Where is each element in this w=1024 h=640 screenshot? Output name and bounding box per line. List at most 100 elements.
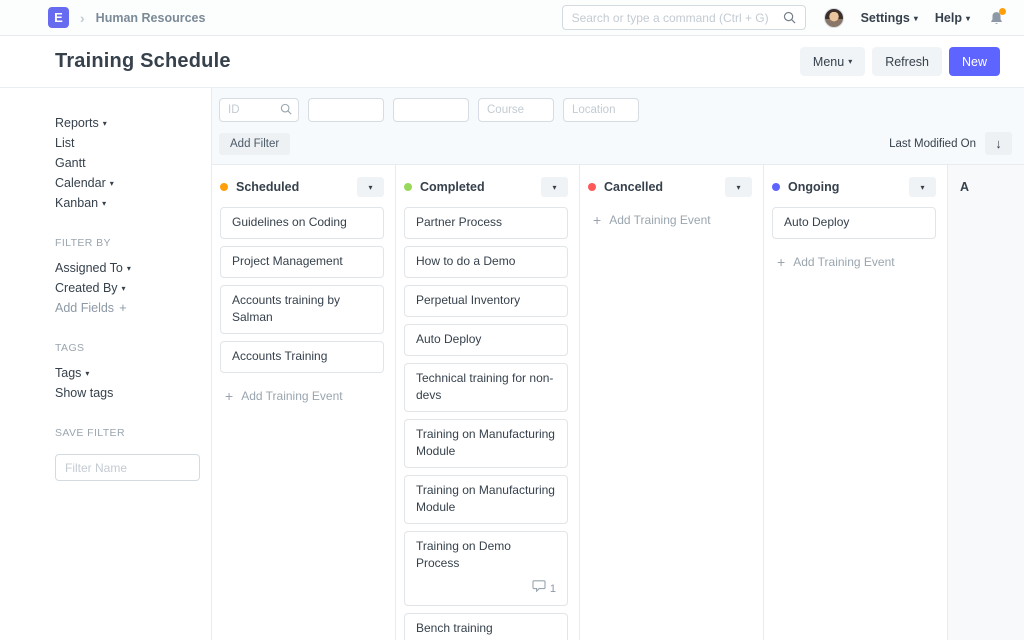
kanban-column-a: A <box>948 165 1024 640</box>
column-menu-button[interactable]: ▾ <box>725 177 752 197</box>
tags-label: Tags <box>55 366 81 380</box>
settings-menu[interactable]: Settings ▾ <box>861 11 918 25</box>
add-training-event-link[interactable]: +Add Training Event <box>772 254 936 270</box>
filter-input-location[interactable] <box>563 98 639 122</box>
kanban-card[interactable]: Training on Demo Process1 <box>404 531 568 606</box>
save-filter-section-label: SAVE FILTER <box>55 427 201 439</box>
kanban-card[interactable]: Bench training <box>404 613 568 640</box>
help-label: Help <box>935 11 962 25</box>
filter-input-blank-1[interactable] <box>308 98 384 122</box>
refresh-button-label: Refresh <box>885 55 929 69</box>
column-title: Scheduled <box>236 180 299 194</box>
card-title: Training on Manufacturing Module <box>416 426 556 460</box>
card-title: Guidelines on Coding <box>232 214 372 231</box>
add-fields-label: Add Fields <box>55 301 114 315</box>
kanban-column-scheduled: Scheduled ▾ Guidelines on Coding Project Ma… <box>212 165 396 640</box>
sidebar-item-label: List <box>55 136 74 150</box>
sidebar-item-label: Calendar <box>55 176 106 190</box>
comment-icon <box>532 580 546 598</box>
filter-input-course[interactable] <box>478 98 554 122</box>
kanban-card[interactable]: Partner Process <box>404 207 568 239</box>
sidebar-item-calendar[interactable]: Calendar▾ <box>55 173 201 193</box>
kanban-board: Scheduled ▾ Guidelines on Coding Project Ma… <box>212 165 1024 640</box>
column-indicator-dot <box>220 183 228 191</box>
page-actions: Menu▾ Refresh New <box>800 47 1000 76</box>
card-title: Training on Manufacturing Module <box>416 482 556 516</box>
chevron-down-icon: ▾ <box>368 183 372 192</box>
content-area: Reports▾ListGanttCalendar▾Kanban▾ FILTER… <box>0 88 1024 640</box>
kanban-card[interactable]: Guidelines on Coding <box>220 207 384 239</box>
plus-icon: + <box>119 300 127 315</box>
sidebar-item-kanban[interactable]: Kanban▾ <box>55 193 201 213</box>
kanban-card[interactable]: Perpetual Inventory <box>404 285 568 317</box>
sidebar-item-reports[interactable]: Reports▾ <box>55 113 201 133</box>
plus-icon: + <box>593 212 601 228</box>
breadcrumb[interactable]: Human Resources <box>96 11 206 25</box>
add-fields-link[interactable]: Add Fields + <box>55 298 201 318</box>
column-indicator-dot <box>588 183 596 191</box>
kanban-card[interactable]: How to do a Demo <box>404 246 568 278</box>
add-filter-button[interactable]: Add Filter <box>219 133 290 155</box>
sort-down-icon: ↓ <box>995 136 1002 151</box>
add-training-event-label: Add Training Event <box>793 255 894 269</box>
sidebar-item-list[interactable]: List <box>55 133 201 153</box>
main-area: Add Filter Last Modified On ↓ Scheduled ▾… <box>211 88 1024 640</box>
refresh-button[interactable]: Refresh <box>872 47 942 76</box>
kanban-card[interactable]: Auto Deploy <box>772 207 936 239</box>
global-search-input[interactable]: Search or type a command (Ctrl + G) <box>562 5 806 30</box>
kanban-column-header: Completed▾ <box>404 177 568 197</box>
sort-direction-button[interactable]: ↓ <box>985 132 1012 155</box>
notifications-bell-icon[interactable] <box>989 10 1004 26</box>
column-menu-button[interactable]: ▾ <box>357 177 384 197</box>
column-title: A <box>960 180 969 194</box>
column-menu-button[interactable]: ▾ <box>909 177 936 197</box>
add-training-event-link[interactable]: +Add Training Event <box>220 388 384 404</box>
tags-section-label: TAGS <box>55 342 201 354</box>
menu-button[interactable]: Menu▾ <box>800 47 865 76</box>
kanban-card[interactable]: Accounts Training <box>220 341 384 373</box>
card-title: How to do a Demo <box>416 253 556 270</box>
plus-icon: + <box>225 388 233 404</box>
kanban-card[interactable]: Project Management <box>220 246 384 278</box>
filter-input-blank-2[interactable] <box>393 98 469 122</box>
chevron-down-icon: ▾ <box>127 264 131 273</box>
kanban-card[interactable]: Training on Manufacturing Module <box>404 419 568 468</box>
chevron-down-icon: ▾ <box>122 284 126 293</box>
filter-by-section-label: FILTER BY <box>55 237 201 249</box>
sidebar-item-created-by[interactable]: Created By ▾ <box>55 278 201 298</box>
card-title: Perpetual Inventory <box>416 292 556 309</box>
app-logo[interactable]: E <box>48 7 69 28</box>
kanban-card[interactable]: Auto Deploy <box>404 324 568 356</box>
settings-label: Settings <box>861 11 910 25</box>
help-menu[interactable]: Help▾ <box>935 11 970 25</box>
notification-dot <box>999 8 1006 15</box>
filter-input-row <box>212 88 1024 129</box>
kanban-card[interactable]: Technical training for non-devs <box>404 363 568 412</box>
kanban-card[interactable]: Accounts training by Salman <box>220 285 384 334</box>
card-title: Partner Process <box>416 214 556 231</box>
card-title: Accounts Training <box>232 348 372 365</box>
sidebar-item-assigned-to[interactable]: Assigned To▾ <box>55 258 201 278</box>
filter-name-input[interactable] <box>55 454 200 481</box>
page-title: Training Schedule <box>55 50 231 73</box>
column-menu-button[interactable]: ▾ <box>541 177 568 197</box>
kanban-column-ongoing: Ongoing▾Auto Deploy+Add Training Event <box>764 165 948 640</box>
sidebar-item-tags[interactable]: Tags▾ <box>55 363 201 383</box>
chevron-down-icon: ▾ <box>914 14 918 23</box>
card-title: Bench training <box>416 620 556 637</box>
show-tags-link[interactable]: Show tags <box>55 383 201 403</box>
card-title: Accounts training by Salman <box>232 292 372 326</box>
kanban-card[interactable]: Training on Manufacturing Module <box>404 475 568 524</box>
sidebar-item-gantt[interactable]: Gantt <box>55 153 201 173</box>
add-training-event-link[interactable]: +Add Training Event <box>588 212 752 228</box>
filter-area: Add Filter Last Modified On ↓ <box>212 88 1024 165</box>
chevron-down-icon: ▾ <box>552 183 556 192</box>
kanban-column-completed: Completed▾ Partner Process How to do a Dem… <box>396 165 580 640</box>
created-by-label: Created By <box>55 281 118 295</box>
sort-field-label[interactable]: Last Modified On <box>889 138 976 150</box>
sidebar: Reports▾ListGanttCalendar▾Kanban▾ FILTER… <box>0 88 211 640</box>
sort-control: Last Modified On ↓ <box>889 132 1012 155</box>
filter-input-id[interactable] <box>219 98 299 122</box>
user-avatar[interactable] <box>824 8 844 28</box>
new-button[interactable]: New <box>949 47 1000 76</box>
